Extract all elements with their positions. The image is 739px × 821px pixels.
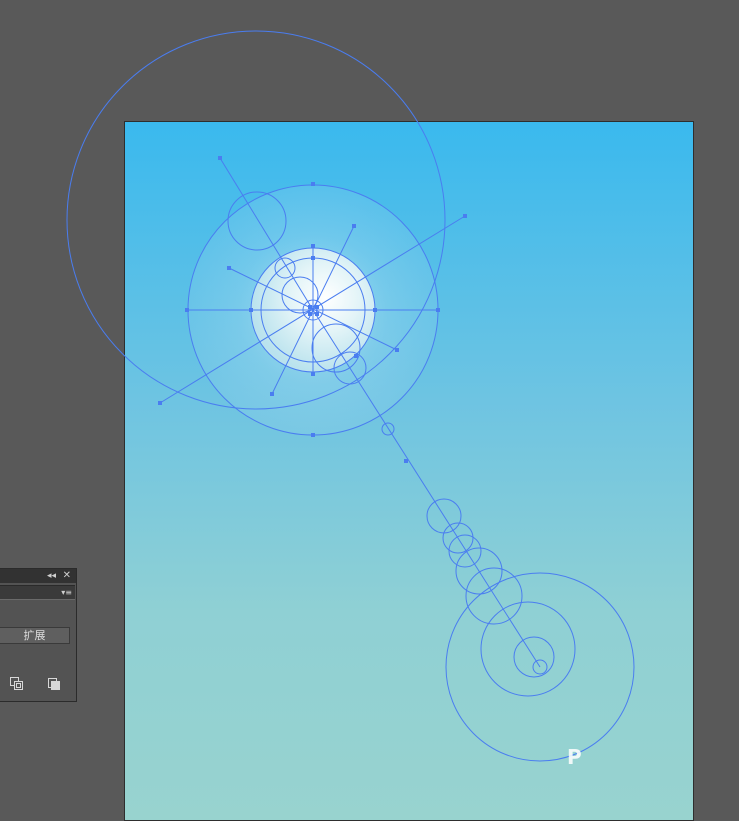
panel-titlebar[interactable]: ◂◂ ✕ — [0, 569, 76, 583]
close-icon[interactable]: ✕ — [63, 569, 71, 583]
watermark: P — [567, 745, 583, 769]
panel-dropdown[interactable]: ▾≡ — [0, 585, 75, 600]
double-chevron-left-icon[interactable]: ◂◂ — [47, 569, 56, 583]
expand-button[interactable]: 扩展 — [0, 627, 70, 644]
duplicate-icon[interactable] — [46, 676, 62, 692]
panel-menu-icon[interactable]: ▾≡ — [61, 587, 72, 598]
artboard[interactable] — [124, 121, 694, 821]
appearance-panel: ◂◂ ✕ ▾≡ 扩展 — [0, 568, 77, 702]
expand-appearance-icon[interactable] — [9, 676, 25, 692]
